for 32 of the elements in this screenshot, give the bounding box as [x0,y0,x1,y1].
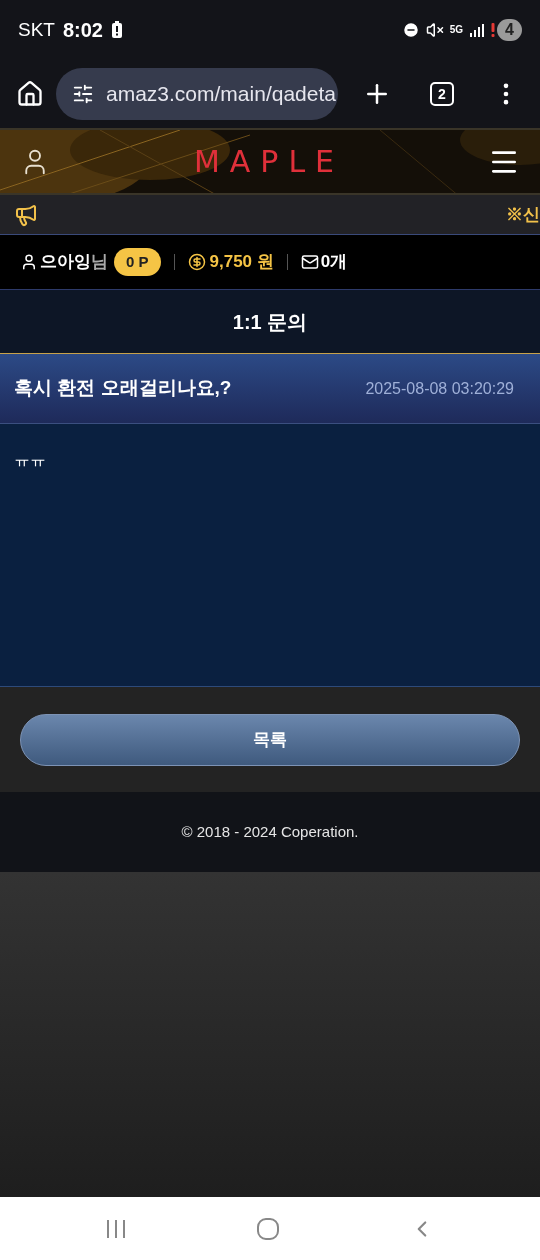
name-suffix: 님 [91,251,108,274]
post-date: 2025-08-08 03:20:29 [365,378,514,399]
tab-count-button[interactable]: 2 [430,82,454,106]
address-bar[interactable]: amaz3.com/main/qadeta [56,68,338,120]
signal-icon [469,22,486,38]
home-button-icon[interactable] [256,1216,280,1241]
message-count[interactable]: 0개 [320,249,348,275]
clock: 8:02 [62,18,103,43]
post-title: 혹시 환전 오래걸리나요,? [14,376,232,401]
list-button[interactable]: 목록 [20,713,520,766]
mute-icon [425,21,444,39]
copyright-text: © 2018 - 2024 Coperation. [181,821,359,842]
mail-icon[interactable] [300,253,319,271]
notice-ticker: ※신 [506,203,540,226]
coin-icon [187,253,206,271]
url-text: amaz3.com/main/qadeta [106,81,336,108]
carrier-label: SKT [18,17,55,42]
network-label: 5G [449,25,464,35]
balance: 9,750 원 [209,251,274,274]
username: 으아잉 [40,251,91,274]
home-icon[interactable] [16,80,44,108]
user-icon [20,253,38,271]
page-title: 1:1 문의 [232,309,308,335]
notification-count-badge: 4 [497,19,522,41]
site-settings-icon[interactable] [72,83,94,105]
battery-alert-icon [111,21,123,39]
points-badge: 0 P [114,248,161,276]
megaphone-icon [14,202,38,227]
alert-icon [491,23,496,37]
post-content: ㅠㅠ [14,451,46,468]
do-not-disturb-icon [401,21,420,39]
recent-apps-icon[interactable] [104,1218,127,1239]
